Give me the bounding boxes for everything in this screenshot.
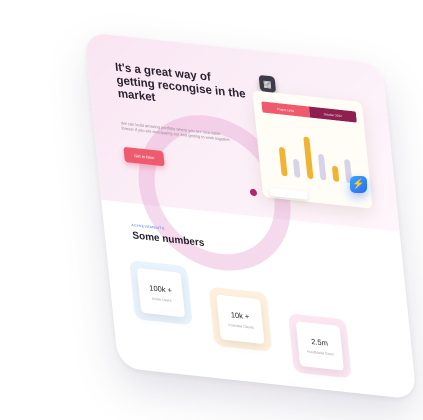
stat-label: Potential Clients [228,322,254,330]
stat-card-feedbacks: 2.5m Feedbacks Given [287,313,352,379]
calendar-icon: ▦ [258,74,277,93]
bar [332,165,340,182]
landing-card: It's a great way of getting recongise in… [84,32,417,400]
stat-value: 2.5m [310,336,329,348]
stat-label: Feedbacks Given [306,349,335,357]
stat-card-active-users: 100k + Active Users [129,260,193,326]
stat-value: 100k + [148,282,173,295]
hero-title: It's a great way of getting recongise in… [114,61,247,105]
tab-october[interactable]: October 2022 [308,106,357,123]
stat-label: Active Users [151,296,172,303]
get-in-button[interactable]: Get in Now [123,146,165,167]
hero-section: It's a great way of getting recongise in… [84,32,400,279]
tab-project-links[interactable]: Project Links [261,101,310,118]
stat-value: 10k + [230,309,250,321]
stat-inner: 10k + Potential Clients [216,294,265,345]
bar-chart [279,136,353,184]
page-stage: It's a great way of getting recongise in… [0,0,423,420]
stat-card-potential-clients: 10k + Potential Clients [208,286,273,352]
stat-inner: 100k + Active Users [136,267,186,318]
dashboard-tabs: Project Links October 2022 [261,101,357,123]
stat-inner: 2.5m Feedbacks Given [295,321,345,371]
bar [293,159,301,178]
bar [318,153,327,181]
bar [279,147,288,177]
messenger-icon[interactable]: ⚡ [350,176,367,193]
bar [303,136,314,180]
